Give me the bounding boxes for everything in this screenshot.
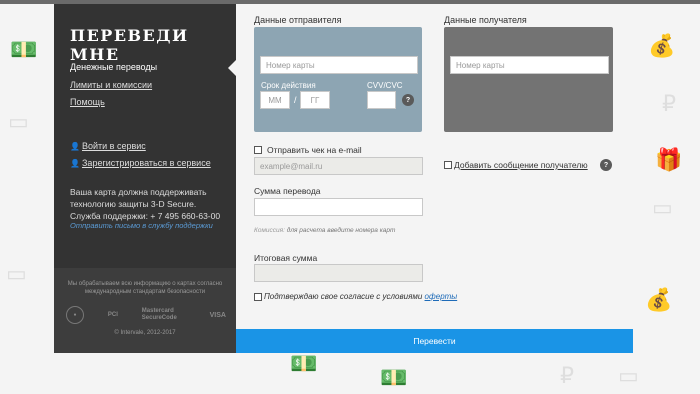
expiry-year-input[interactable]: ГГ [300,91,330,109]
security-logos: ● PCI Mastercard SecureCode VISA [66,306,226,324]
user-icon: 👤 [70,142,80,151]
sidebar: ПЕРЕВЕДИ МНЕ Денежные переводы Лимиты и … [54,4,236,353]
commission-text: для расчета введите номера карт [286,227,396,234]
sender-card-number-input[interactable]: Номер карты [260,56,418,74]
nav-item-transfers[interactable]: Денежные переводы [70,62,157,72]
expiry-separator: / [294,95,297,105]
nav-item-limits[interactable]: Лимиты и комиссии [70,80,152,90]
visa-logo: VISA [209,311,226,319]
total-label: Итоговая сумма [254,253,318,263]
amount-input[interactable] [254,198,423,216]
security-footer: Мы обрабатываем всю информацию о картах … [54,268,236,353]
message-help-icon[interactable]: ? [600,159,612,171]
register-label: Зарегистрироваться в сервисе [82,158,211,168]
nav-item-help[interactable]: Помощь [70,97,105,107]
register-link[interactable]: 👤 Зарегистрироваться в сервисе [70,158,211,168]
commission-label: Комиссия: [254,227,285,234]
pci-logo: PCI [107,312,118,318]
gift-icon: 🎁 [655,148,683,173]
transfer-button[interactable]: Перевести [236,329,633,353]
message-label: Добавить сообщение получателю [454,160,588,170]
agreement-checkbox[interactable] [254,293,262,301]
card-icon: ▭ [6,262,27,287]
login-link[interactable]: 👤 Войти в сервис [70,141,146,151]
ruble-icon: ₽ [560,364,574,389]
expiry-label: Срок действия [261,81,316,90]
money-icon: 💵 [380,366,408,391]
email-input[interactable]: example@mail.ru [254,157,423,175]
brand-logo[interactable]: ПЕРЕВЕДИ МНЕ [70,26,236,64]
message-checkbox[interactable] [444,161,452,169]
offer-link[interactable]: оферты [425,292,458,301]
info-line: Ваша карта должна поддерживать [70,187,207,197]
support-email-link[interactable]: Отправить письмо в службу поддержки [70,221,213,230]
mastercard-securecode-logo: Mastercard SecureCode [141,308,177,321]
info-line: технологию защиты 3-D Secure. [70,199,197,209]
recipient-card-number-input[interactable]: Номер карты [450,56,609,74]
security-seal-icon: ● [66,306,84,324]
recipient-card: Номер карты [444,27,613,132]
agreement-label: Подтверждаю свое согласие с условиями оф… [264,292,457,301]
copyright: © Intervale, 2012-2017 [114,330,176,336]
cvv-input[interactable] [367,91,396,109]
card-icon: ▭ [618,364,639,389]
commission-hint: Комиссия: для расчета введите номера кар… [254,227,395,234]
recipient-title: Данные получателя [444,15,527,25]
money-icon: 💵 [290,352,318,377]
email-receipt-label: Отправить чек на e-mail [267,145,362,155]
money-icon: 💵 [10,38,38,63]
cvv-help-icon[interactable]: ? [402,94,414,106]
agreement-text: Подтверждаю свое согласие с условиями [264,292,423,301]
ruble-icon: ₽ [662,92,676,117]
active-pointer [228,60,236,76]
cvv-label: CVV/CVC [367,81,403,90]
login-label: Войти в сервис [82,141,146,151]
add-user-icon: 👤 [70,159,80,168]
security-note: Мы обрабатываем всю информацию о картах … [67,281,223,295]
money-bag-icon: 💰 [648,34,676,59]
card-icon: ▭ [8,110,29,135]
email-receipt-checkbox[interactable] [254,146,262,154]
money-bag-icon: 💰 [645,288,673,313]
sender-card: Номер карты Срок действия ММ / ГГ CVV/CV… [254,27,422,132]
sender-title: Данные отправителя [254,15,342,25]
card-info: Ваша карта должна поддерживать технологи… [70,186,230,222]
card-icon: ▭ [652,196,673,221]
amount-label: Сумма перевода [254,186,321,196]
expiry-month-input[interactable]: ММ [260,91,290,109]
total-amount-field [254,264,423,282]
